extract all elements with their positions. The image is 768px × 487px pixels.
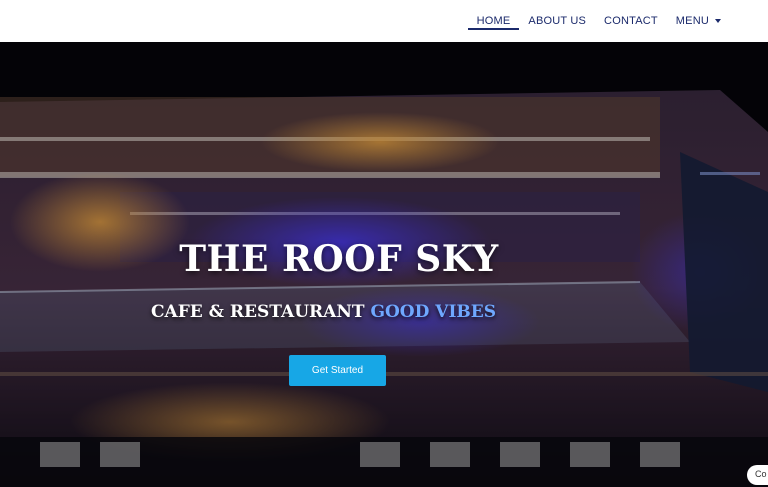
chevron-down-icon	[715, 19, 721, 23]
nav-contact-label: CONTACT	[604, 15, 658, 27]
nav-home-label: HOME	[476, 15, 511, 27]
nav-links: HOME ABOUT US CONTACT MENU	[467, 0, 730, 42]
hero-section: THE ROOF SKY CAFE & RESTAURANT GOOD VIBE…	[0, 42, 768, 487]
nav-home[interactable]: HOME	[467, 0, 520, 42]
hero-subtitle-main: CAFE & RESTAURANT	[151, 302, 365, 322]
hero-title: THE ROOF SKY	[179, 238, 499, 280]
chat-widget-label: Co	[755, 469, 767, 479]
hero-subtitle: CAFE & RESTAURANT GOOD VIBES	[151, 302, 496, 322]
nav-menu-label: MENU	[675, 15, 709, 27]
get-started-button[interactable]: Get Started	[289, 355, 386, 386]
nav-about-us[interactable]: ABOUT US	[519, 0, 595, 42]
hero-subtitle-accent: GOOD VIBES	[370, 302, 497, 322]
nav-menu-dropdown[interactable]: MENU	[667, 0, 730, 42]
chat-widget-button[interactable]: Co	[747, 465, 768, 485]
top-navbar: HOME ABOUT US CONTACT MENU	[0, 0, 768, 42]
nav-about-us-label: ABOUT US	[528, 15, 587, 27]
nav-contact[interactable]: CONTACT	[595, 0, 667, 42]
